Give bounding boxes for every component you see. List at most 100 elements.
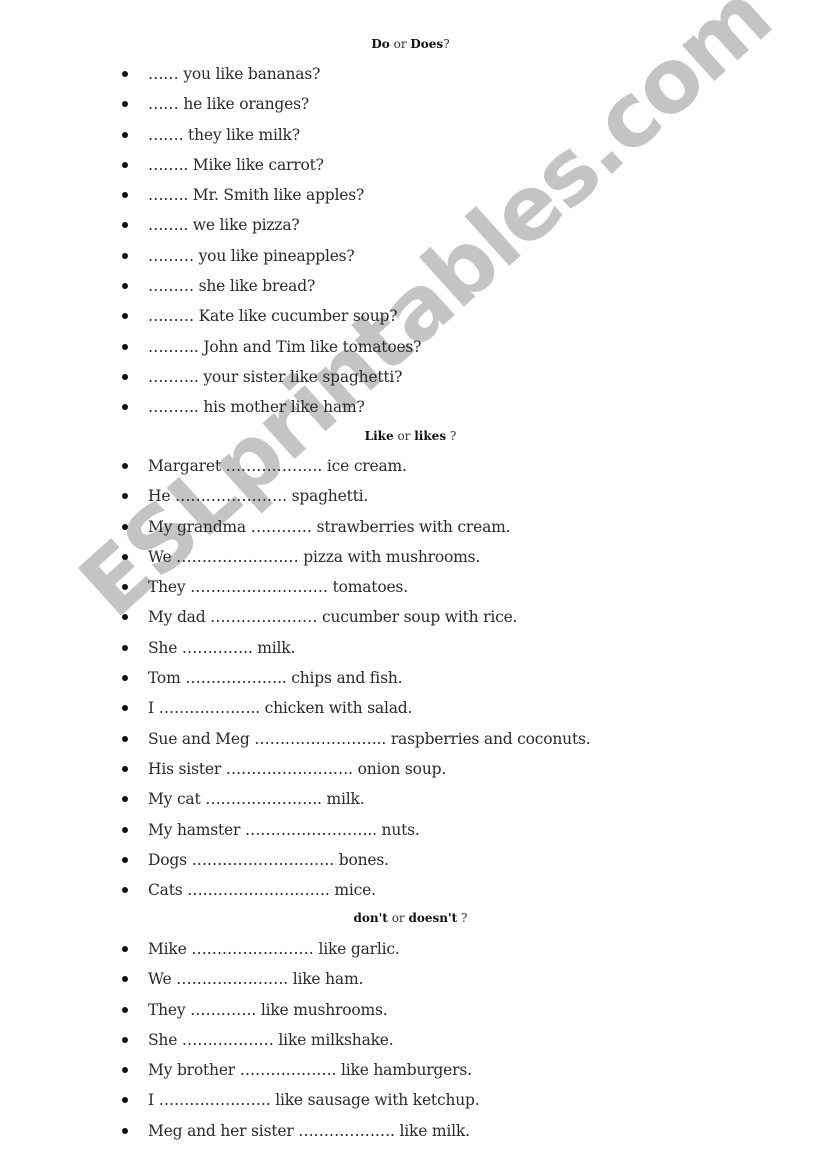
- exercise-sentence: My brother ………………. like hamburgers.: [148, 1061, 472, 1080]
- heading-option-a: Do: [371, 37, 390, 51]
- exercise-item: Meg and her sister ………………. like milk.: [0, 1116, 821, 1146]
- exercise-list-dont-doesnt: Mike …………………… like garlic. We …………………. li…: [0, 934, 821, 1146]
- exercise-sentence: I …………………. like sausage with ketchup.: [148, 1091, 480, 1110]
- exercise-item: Sue and Meg …………………….. raspberries and c…: [0, 724, 821, 754]
- exercise-sentence: ………. your sister like spaghetti?: [148, 367, 403, 386]
- bullet-icon: [122, 553, 128, 560]
- exercise-list-like-likes: Margaret ………………. ice cream. He …………………. s…: [0, 451, 821, 905]
- bullet-icon: [122, 101, 128, 108]
- bullet-icon: [122, 765, 128, 772]
- exercise-sentence: Sue and Meg …………………….. raspberries and c…: [148, 729, 591, 748]
- exercise-item: ……… she like bread?: [0, 271, 821, 301]
- exercise-item: My hamster …………………….. nuts.: [0, 815, 821, 845]
- exercise-sentence: Dogs ………………………. bones.: [148, 850, 389, 869]
- bullet-icon: [122, 675, 128, 682]
- exercise-sentence: Meg and her sister ………………. like milk.: [148, 1121, 470, 1140]
- section-heading-like-likes: Like or likes ?: [0, 429, 821, 443]
- heading-option-b: likes: [414, 429, 447, 443]
- exercise-item: …….. Mike like carrot?: [0, 150, 821, 180]
- exercise-sentence: She ………….. milk.: [148, 638, 296, 657]
- bullet-icon: [122, 373, 128, 380]
- exercise-item: My dad ………………… cucumber soup with rice.: [0, 602, 821, 632]
- exercise-item: Mike …………………… like garlic.: [0, 934, 821, 964]
- exercise-sentence: ……… she like bread?: [148, 277, 316, 296]
- exercise-item: …….. we like pizza?: [0, 210, 821, 240]
- heading-or: or: [393, 37, 407, 51]
- exercise-item: Dogs ………………………. bones.: [0, 845, 821, 875]
- bullet-icon: [122, 252, 128, 259]
- exercise-item: ………. John and Tim like tomatoes?: [0, 332, 821, 362]
- bullet-icon: [122, 523, 128, 530]
- bullet-icon: [122, 584, 128, 591]
- exercise-item: They ……………………… tomatoes.: [0, 572, 821, 602]
- section-heading-do-does: Do or Does?: [0, 37, 821, 51]
- bullet-icon: [122, 856, 128, 863]
- bullet-icon: [122, 131, 128, 138]
- exercise-sentence: Tom ……………….. chips and fish.: [148, 669, 403, 688]
- exercise-list-do-does: …… you like bananas? …… he like oranges? ……: [0, 59, 821, 423]
- heading-or: or: [391, 911, 405, 925]
- bullet-icon: [122, 735, 128, 742]
- exercise-sentence: I ……………….. chicken with salad.: [148, 699, 413, 718]
- exercise-sentence: He …………………. spaghetti.: [148, 487, 369, 506]
- exercise-sentence: We …………………. like ham.: [148, 970, 364, 989]
- worksheet-page: ESLprintables.com Do or Does? …… you lik…: [0, 0, 821, 1169]
- bullet-icon: [122, 161, 128, 168]
- exercise-sentence: …….. Mike like carrot?: [148, 155, 324, 174]
- bullet-icon: [122, 1127, 128, 1134]
- exercise-item: He …………………. spaghetti.: [0, 481, 821, 511]
- exercise-sentence: …….. Mr. Smith like apples?: [148, 186, 365, 205]
- exercise-item: …… you like bananas?: [0, 59, 821, 89]
- exercise-item: His sister ……………………. onion soup.: [0, 754, 821, 784]
- bullet-icon: [122, 313, 128, 320]
- exercise-sentence: ………. his mother like ham?: [148, 398, 365, 417]
- bullet-icon: [122, 644, 128, 651]
- exercise-sentence: Margaret ………………. ice cream.: [148, 457, 407, 475]
- exercise-sentence: His sister ……………………. onion soup.: [148, 759, 447, 778]
- exercise-item: My cat ………………….. milk.: [0, 784, 821, 814]
- bullet-icon: [122, 887, 128, 894]
- bullet-icon: [122, 463, 128, 469]
- bullet-icon: [122, 192, 128, 199]
- heading-option-b: doesn't: [408, 911, 458, 925]
- heading-option-b: Does: [410, 37, 444, 51]
- exercise-sentence: Mike …………………… like garlic.: [148, 940, 400, 958]
- bullet-icon: [122, 343, 128, 350]
- exercise-sentence: She ……………… like milkshake.: [148, 1030, 394, 1049]
- exercise-item: …… he like oranges?: [0, 89, 821, 119]
- bullet-icon: [122, 826, 128, 833]
- exercise-sentence: …… you like bananas?: [148, 65, 321, 83]
- exercise-item: My brother ………………. like hamburgers.: [0, 1055, 821, 1085]
- exercise-item: They …………. like mushrooms.: [0, 995, 821, 1025]
- exercise-sentence: ………. John and Tim like tomatoes?: [148, 337, 422, 356]
- bullet-icon: [122, 1006, 128, 1013]
- exercise-sentence: ……. they like milk?: [148, 125, 300, 144]
- exercise-item: ……. they like milk?: [0, 120, 821, 150]
- exercise-sentence: Cats ………………………. mice.: [148, 881, 376, 900]
- heading-question-mark: ?: [443, 37, 450, 51]
- exercise-item: We …………………. like ham.: [0, 964, 821, 994]
- exercise-item: ………. your sister like spaghetti?: [0, 362, 821, 392]
- exercise-item: ………. his mother like ham?: [0, 392, 821, 422]
- bullet-icon: [122, 404, 128, 411]
- exercise-item: We …………………… pizza with mushrooms.: [0, 542, 821, 572]
- bullet-icon: [122, 946, 128, 952]
- exercise-item: …….. Mr. Smith like apples?: [0, 180, 821, 210]
- bullet-icon: [122, 1036, 128, 1043]
- bullet-icon: [122, 705, 128, 712]
- exercise-sentence: We …………………… pizza with mushrooms.: [148, 547, 481, 566]
- heading-option-a: Like: [364, 429, 394, 443]
- exercise-sentence: …… he like oranges?: [148, 95, 309, 114]
- heading-option-a: don't: [353, 911, 388, 925]
- exercise-item: She ……………… like milkshake.: [0, 1025, 821, 1055]
- bullet-icon: [122, 71, 128, 77]
- bullet-icon: [122, 1067, 128, 1074]
- exercise-item: I …………………. like sausage with ketchup.: [0, 1085, 821, 1115]
- bullet-icon: [122, 283, 128, 290]
- exercise-item: ……… you like pineapples?: [0, 241, 821, 271]
- bullet-icon: [122, 493, 128, 500]
- heading-or: or: [397, 429, 411, 443]
- exercise-item: Margaret ………………. ice cream.: [0, 451, 821, 481]
- heading-question-mark: ?: [457, 911, 468, 925]
- exercise-sentence: They ……………………… tomatoes.: [148, 578, 408, 597]
